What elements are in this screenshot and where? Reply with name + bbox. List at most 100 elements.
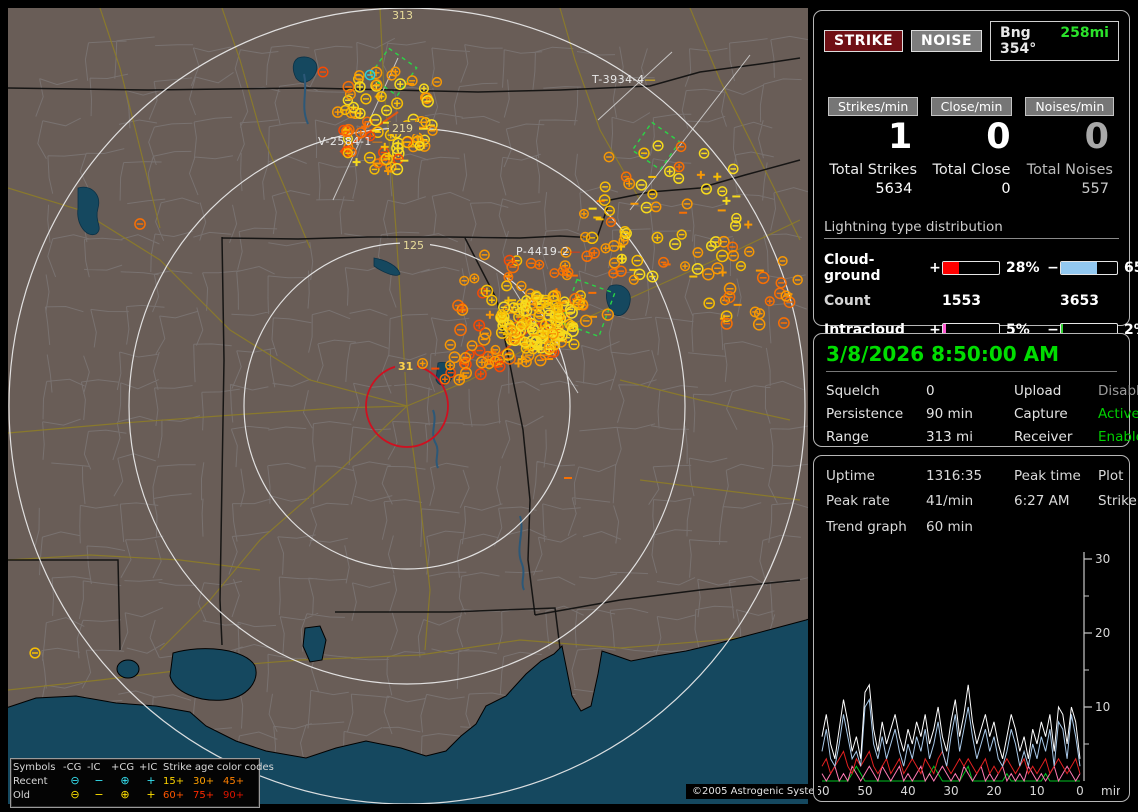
strikes-per-min-value: 1: [887, 117, 913, 157]
strikes-per-min-badge: Strikes/min: [828, 97, 919, 116]
age-code-60: 60+: [163, 789, 185, 801]
storm-label: V-2584-1—: [318, 135, 383, 148]
uptime-label: Uptime: [826, 468, 875, 484]
close-per-min-column: Close/min 0 Total Close 0: [922, 97, 1020, 197]
strike-mode-button[interactable]: STRIKE: [824, 30, 904, 52]
svg-text:0: 0: [1076, 784, 1084, 798]
svg-text:50: 50: [857, 784, 872, 798]
trend-graph: 10 20 30 60 50 40 30 20 10 0 min: [818, 552, 1120, 798]
age-code-15: 15+: [163, 775, 185, 787]
storm-label: T-3934-4—: [591, 73, 656, 86]
upload-status: Disabled: [1098, 383, 1138, 399]
legend-header-neg-ic: -IC: [87, 761, 101, 773]
peak-rate-value: 41/min: [926, 493, 974, 509]
strikes-per-min-column: Strikes/min 1 Total Strikes 5634: [824, 97, 922, 197]
plus-sign: +: [929, 260, 941, 276]
capture-status: Active: [1098, 406, 1138, 422]
plot-label: Plot: [1098, 468, 1124, 484]
recent-pos-cg-icon: ⊕: [120, 774, 130, 787]
persistence-label: Persistence: [826, 406, 904, 422]
old-pos-ic-icon: +: [146, 788, 156, 801]
cg-plus-bar: [942, 261, 1000, 275]
ring-label-219: 219: [392, 122, 413, 135]
cloud-ground-row: Cloud-ground + 28% − 65%: [824, 252, 1138, 284]
receiver-status: Enabled: [1098, 429, 1138, 445]
uptime-value: 1316:35: [926, 468, 983, 484]
trend-series-total: [821, 683, 1081, 759]
strike-counters-panel: STRIKE NOISE Bng 354° 258mi Strikes/min …: [813, 10, 1138, 363]
cg-minus-bar: [1060, 261, 1118, 275]
age-code-30: 30+: [193, 775, 215, 787]
peak-rate-label: Peak rate: [826, 493, 890, 509]
legend-header-pos-ic: +IC: [139, 761, 158, 773]
map-legend: Symbols -CG -IC +CG +IC Strike age color…: [10, 758, 274, 808]
cg-minus-percent: 65%: [1124, 260, 1138, 276]
minus-sign: −: [1047, 260, 1059, 276]
total-strikes-label: Total Strikes: [829, 162, 918, 178]
bearing-value: Bng 354°: [1000, 25, 1037, 57]
lightning-tracker-app: { "side": { "strike_btn": "STRIKE", "noi…: [0, 0, 1138, 812]
persistence-value: 90 min: [926, 406, 973, 422]
squelch-value: 0: [926, 383, 935, 399]
trend-graph-label: Trend graph: [826, 519, 907, 535]
total-close-label: Total Close: [932, 162, 1011, 178]
bearing-distance: 258mi: [1060, 25, 1109, 41]
age-code-90: 90+: [223, 789, 245, 801]
legend-header-neg-cg: -CG: [63, 761, 82, 773]
old-neg-cg-icon: ⊖: [70, 788, 80, 801]
cloud-ground-label: Cloud-ground: [824, 252, 881, 284]
close-per-min-badge: Close/min: [930, 97, 1013, 116]
ring-label-313: 313: [392, 9, 413, 22]
plot-value: Strike: [1098, 493, 1137, 509]
legend-row-old-label: Old: [13, 789, 30, 801]
squelch-label: Squelch: [826, 383, 880, 399]
capture-label: Capture: [1014, 406, 1068, 422]
strike-map[interactable]: 125 219 313 31 V-2584-1— T-3934-4— P-4419-2— S…: [8, 8, 836, 808]
total-noises-value: 557: [1081, 181, 1109, 197]
close-per-min-value: 0: [986, 117, 1011, 157]
noise-mode-button[interactable]: NOISE: [911, 30, 983, 52]
noises-per-min-value: 0: [1084, 117, 1109, 157]
recent-neg-ic-icon: −: [94, 774, 104, 787]
noises-per-min-column: Noises/min 0 Total Noises 557: [1021, 97, 1119, 197]
cg-count-label: Count: [824, 293, 871, 309]
trend-panel: Uptime 1316:35 Peak time Plot Peak rate …: [813, 455, 1137, 802]
storm-label: P-4419-2—: [516, 245, 581, 258]
total-strikes-value: 5634: [875, 181, 913, 197]
svg-text:20: 20: [1095, 626, 1110, 640]
cg-plus-count: 1553: [942, 293, 981, 309]
strike-map-canvas[interactable]: 125 219 313 31 V-2584-1— T-3934-4— P-4419-2—: [8, 8, 808, 804]
peak-time-value: 6:27 AM: [1014, 493, 1070, 509]
peak-time-label: Peak time: [1014, 468, 1081, 484]
ring-label-31: 31: [398, 360, 413, 373]
svg-text:min: min: [1101, 784, 1120, 798]
total-noises-label: Total Noises: [1026, 162, 1113, 178]
legend-header-symbols: Symbols: [13, 761, 56, 773]
ring-label-125: 125: [403, 239, 424, 252]
cg-minus-count: 3653: [1060, 293, 1099, 309]
svg-text:10: 10: [1095, 700, 1110, 714]
old-neg-ic-icon: −: [94, 788, 104, 801]
date-time-display: 3/8/2026 8:50:00 AM: [826, 342, 1117, 372]
svg-text:20: 20: [986, 784, 1001, 798]
cloud-ground-count-row: Count 1553 3653: [824, 293, 1119, 309]
range-value: 313 mi: [926, 429, 973, 445]
bearing-readout: Bng 354° 258mi: [990, 21, 1119, 61]
svg-text:10: 10: [1029, 784, 1044, 798]
recent-pos-ic-icon: +: [146, 774, 156, 787]
legend-header-age-codes: Strike age color codes: [163, 761, 274, 773]
noises-per-min-badge: Noises/min: [1025, 97, 1115, 116]
svg-text:40: 40: [900, 784, 915, 798]
cg-plus-percent: 28%: [1006, 260, 1040, 276]
age-code-45: 45+: [223, 775, 245, 787]
old-pos-cg-icon: ⊕: [120, 788, 130, 801]
total-close-value: 0: [1001, 181, 1011, 197]
recent-neg-cg-icon: ⊖: [70, 774, 80, 787]
system-settings-panel: 3/8/2026 8:50:00 AM Squelch 0 Upload Dis…: [813, 333, 1138, 447]
trend-graph-value: 60 min: [926, 519, 973, 535]
distribution-header: Lightning type distribution: [824, 219, 1119, 239]
upload-label: Upload: [1014, 383, 1062, 399]
legend-row-recent-label: Recent: [13, 775, 48, 787]
age-code-75: 75+: [193, 789, 215, 801]
svg-text:30: 30: [943, 784, 958, 798]
